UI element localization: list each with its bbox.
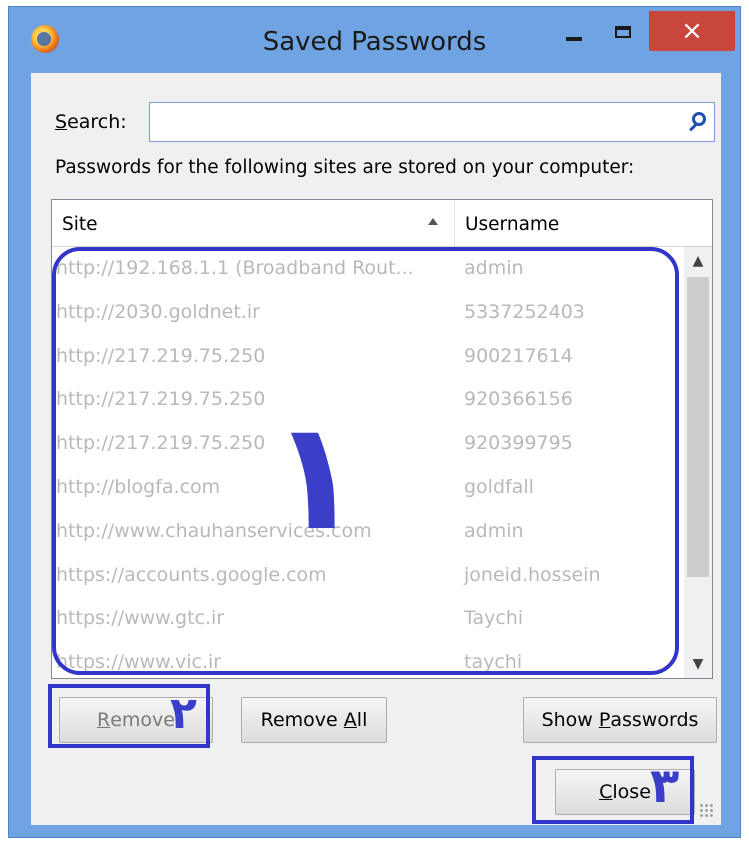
annotation-highlight-list	[52, 247, 679, 675]
show-passwords-button[interactable]: Show Passwords	[523, 697, 717, 743]
maximize-icon	[615, 26, 631, 38]
search-label: Search:	[55, 111, 127, 133]
resize-grip-icon[interactable]	[699, 803, 713, 817]
close-icon: ×	[681, 16, 703, 46]
scroll-down-icon[interactable]: ▼	[684, 650, 712, 678]
maximize-button[interactable]	[603, 11, 643, 53]
annotation-marker-1: ١	[270, 390, 362, 564]
list-header: Site Username	[52, 200, 712, 247]
sort-ascending-icon	[428, 218, 438, 225]
scroll-up-icon[interactable]: ▲	[684, 247, 712, 275]
column-header-site[interactable]: Site	[52, 200, 455, 246]
search-icon[interactable]	[692, 112, 706, 126]
info-text: Passwords for the following sites are st…	[55, 157, 635, 178]
minimize-button[interactable]	[554, 11, 594, 53]
annotation-marker-3: ٣	[650, 758, 680, 814]
minimize-icon	[566, 37, 582, 41]
scrollbar-thumb[interactable]	[687, 277, 709, 577]
search-input[interactable]	[156, 103, 680, 141]
column-header-username[interactable]: Username	[455, 200, 712, 246]
remove-all-button[interactable]: Remove All	[241, 697, 387, 743]
window-close-button[interactable]: ×	[649, 11, 735, 51]
annotation-marker-2: ٢	[170, 688, 197, 739]
vertical-scrollbar[interactable]: ▲ ▼	[684, 247, 712, 678]
title-bar[interactable]: Saved Passwords ×	[9, 7, 740, 73]
search-field[interactable]	[149, 102, 715, 142]
